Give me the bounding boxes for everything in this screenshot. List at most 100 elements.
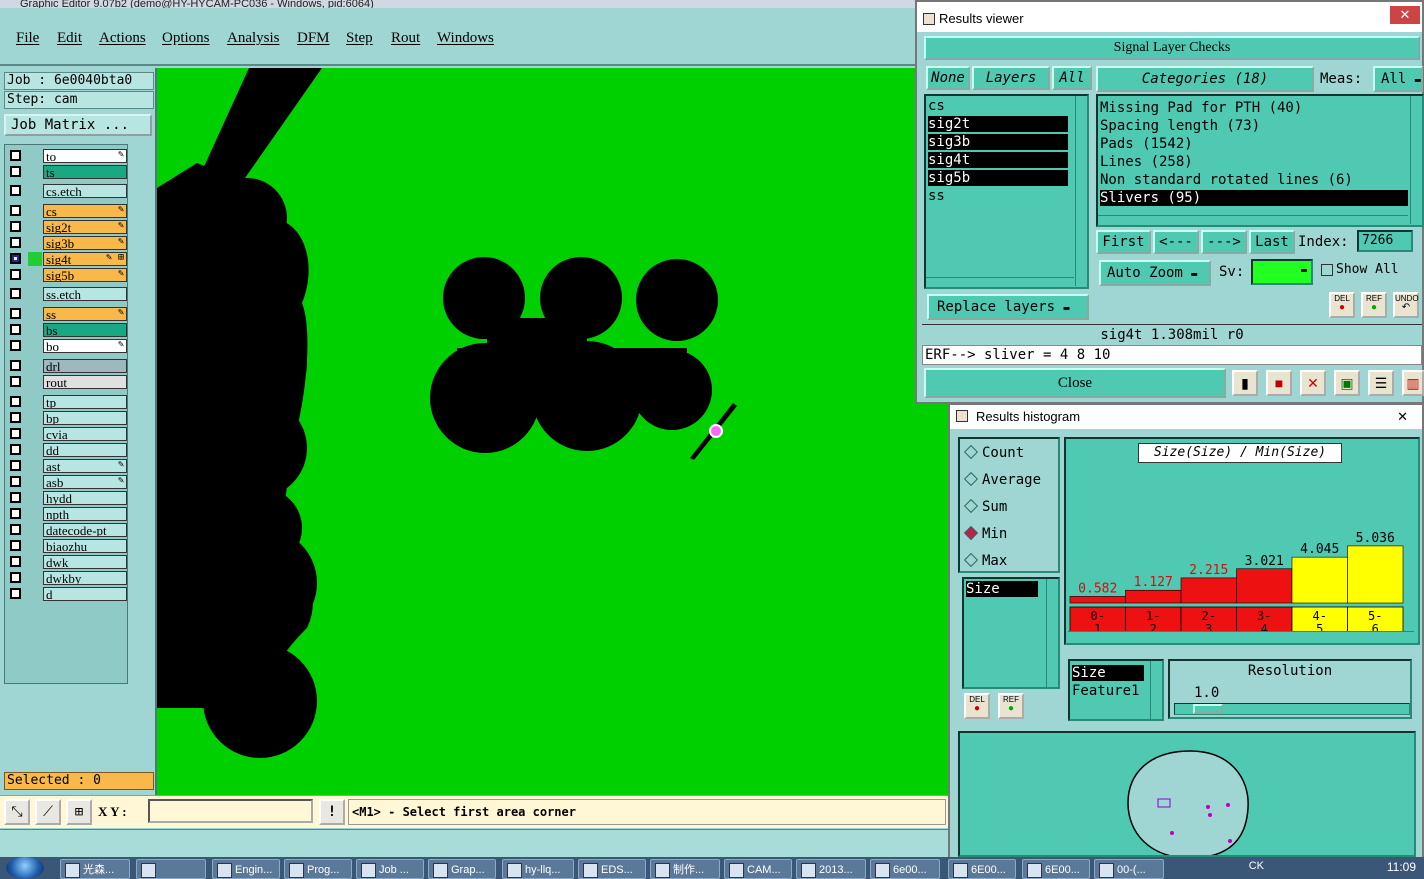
layer-name[interactable]: ss: [43, 307, 127, 321]
layer-checkbox[interactable]: [10, 540, 21, 551]
layer-row-ast[interactable]: ast ✎: [8, 459, 127, 474]
layers-none-button[interactable]: None: [926, 66, 970, 90]
layer-name[interactable]: tp: [43, 395, 127, 409]
taskbar-item[interactable]: 制作...: [650, 859, 720, 879]
layer-checkbox[interactable]: [10, 428, 21, 439]
menu-windows[interactable]: Windows: [437, 30, 494, 47]
layer-checkbox[interactable]: [10, 572, 21, 583]
layer-results-list[interactable]: cs sig2t sig3b sig4t sig5b ss: [924, 94, 1089, 289]
histogram-bar[interactable]: [1125, 589, 1182, 604]
radio-indicator[interactable]: [963, 444, 979, 460]
replace-layers-select[interactable]: Replace layers ▬: [927, 294, 1089, 320]
layer-name[interactable]: cs: [43, 204, 127, 218]
layer-checkbox[interactable]: [10, 524, 21, 535]
clear-icon[interactable]: ✕: [1300, 370, 1326, 396]
layer-result-item[interactable]: sig4t: [928, 152, 1068, 168]
layer-row-npth[interactable]: npth: [8, 507, 127, 522]
vertical-scrollbar[interactable]: [1046, 579, 1058, 687]
taskbar-item[interactable]: Engin...: [212, 859, 280, 879]
layer-name[interactable]: dd: [43, 443, 127, 457]
close-button[interactable]: Close: [924, 368, 1226, 398]
layer-result-item[interactable]: cs: [928, 98, 1068, 114]
job-matrix-button[interactable]: Job Matrix ...: [4, 114, 152, 136]
histogram-bar[interactable]: [1291, 556, 1348, 604]
layer-name[interactable]: ts: [43, 165, 127, 179]
radio-max[interactable]: Max: [963, 552, 1007, 569]
horizontal-scrollbar[interactable]: [1098, 215, 1408, 225]
layer-checkbox[interactable]: [10, 237, 21, 248]
taskbar-item[interactable]: 光森...: [60, 859, 130, 879]
radio-indicator[interactable]: [963, 498, 979, 514]
radio-min[interactable]: Min: [963, 525, 1007, 542]
layer-name[interactable]: d: [43, 587, 127, 601]
list-item-size[interactable]: Size: [1072, 665, 1144, 681]
horizontal-scrollbar[interactable]: [1068, 631, 1414, 641]
histogram-bar[interactable]: [1069, 596, 1126, 604]
layer-row-rout[interactable]: rout: [8, 375, 127, 390]
layer-checkbox[interactable]: [10, 269, 21, 280]
layer-name[interactable]: bp: [43, 411, 127, 425]
layer-result-item[interactable]: sig2t: [928, 116, 1068, 132]
layer-name[interactable]: sig2t: [43, 220, 127, 234]
layer-row-sig2t[interactable]: sig2t ✎: [8, 220, 127, 235]
close-icon[interactable]: ✕: [1397, 405, 1408, 429]
menu-options[interactable]: Options: [162, 30, 210, 47]
resolution-slider[interactable]: [1174, 703, 1410, 715]
first-button[interactable]: First: [1096, 230, 1151, 254]
layer-name[interactable]: bo: [43, 339, 127, 353]
layer-result-item[interactable]: ss: [928, 188, 1068, 204]
layer-name[interactable]: dwkby: [43, 571, 127, 585]
menu-actions[interactable]: Actions: [99, 30, 146, 47]
ref-icon[interactable]: REF ●: [1361, 292, 1387, 318]
prev-button[interactable]: <---: [1153, 230, 1199, 254]
radio-indicator[interactable]: [963, 471, 979, 487]
menu-edit[interactable]: Edit: [57, 30, 82, 47]
grid-icon[interactable]: ⊞: [66, 799, 92, 825]
layer-row-to[interactable]: to ✎: [8, 149, 127, 164]
xy-input[interactable]: [148, 799, 313, 823]
vertical-scrollbar[interactable]: [1075, 96, 1087, 286]
alert-button[interactable]: !: [319, 799, 345, 825]
layer-name[interactable]: ss.etch: [43, 287, 127, 301]
taskbar-item[interactable]: 6E00...: [1022, 859, 1090, 879]
del-icon[interactable]: DEL ●: [1329, 292, 1355, 318]
layer-checkbox[interactable]: [10, 460, 21, 471]
next-button[interactable]: --->: [1201, 230, 1247, 254]
layer-checkbox[interactable]: [10, 150, 21, 161]
index-input[interactable]: 7266: [1357, 230, 1413, 252]
layer-row-biaozhu[interactable]: biaozhu: [8, 539, 127, 554]
taskbar-item[interactable]: CAM...: [724, 859, 792, 879]
list-item-feature1[interactable]: Feature1: [1072, 683, 1139, 699]
layer-row-bp[interactable]: bp: [8, 411, 127, 426]
taskbar-item[interactable]: hy-llq...: [502, 859, 574, 879]
layer-checkbox[interactable]: [10, 205, 21, 216]
layer-checkbox[interactable]: [10, 508, 21, 519]
taskbar-item[interactable]: Grap...: [428, 859, 496, 879]
radio-count[interactable]: Count: [963, 444, 1024, 461]
layer-name[interactable]: asb: [43, 475, 127, 489]
graphic-canvas[interactable]: [157, 68, 948, 795]
layer-checkbox[interactable]: [10, 492, 21, 503]
layer-checkbox[interactable]: [10, 376, 21, 387]
category-item[interactable]: Non standard rotated lines (6): [1100, 172, 1353, 188]
layer-checkbox[interactable]: [10, 324, 21, 335]
layer-checkbox[interactable]: [10, 396, 21, 407]
zoom-fit-icon[interactable]: ⤡: [4, 799, 30, 825]
radio-average[interactable]: Average: [963, 471, 1041, 488]
layer-row-datecode-pt[interactable]: datecode-pt: [8, 523, 127, 538]
input-indicator[interactable]: CK: [1249, 860, 1264, 872]
menu-dfm[interactable]: DFM: [297, 30, 330, 47]
layer-row-sig4t[interactable]: sig4t ✎ ⊞: [8, 252, 127, 267]
taskbar-item[interactable]: [136, 859, 206, 879]
histogram-icon[interactable]: ▥: [1402, 370, 1424, 396]
attribute-item-size[interactable]: Size: [966, 581, 1038, 597]
category-item[interactable]: Slivers (95): [1100, 190, 1408, 206]
layer-row-bo[interactable]: bo ✎: [8, 339, 127, 354]
layer-checkbox[interactable]: [10, 412, 21, 423]
layer-name[interactable]: sig5b: [43, 268, 127, 282]
radio-indicator[interactable]: [963, 552, 979, 568]
taskbar-item[interactable]: EDS...: [578, 859, 646, 879]
layer-checkbox[interactable]: [10, 340, 21, 351]
menu-rout[interactable]: Rout: [391, 30, 420, 47]
menu-step[interactable]: Step: [346, 30, 373, 47]
